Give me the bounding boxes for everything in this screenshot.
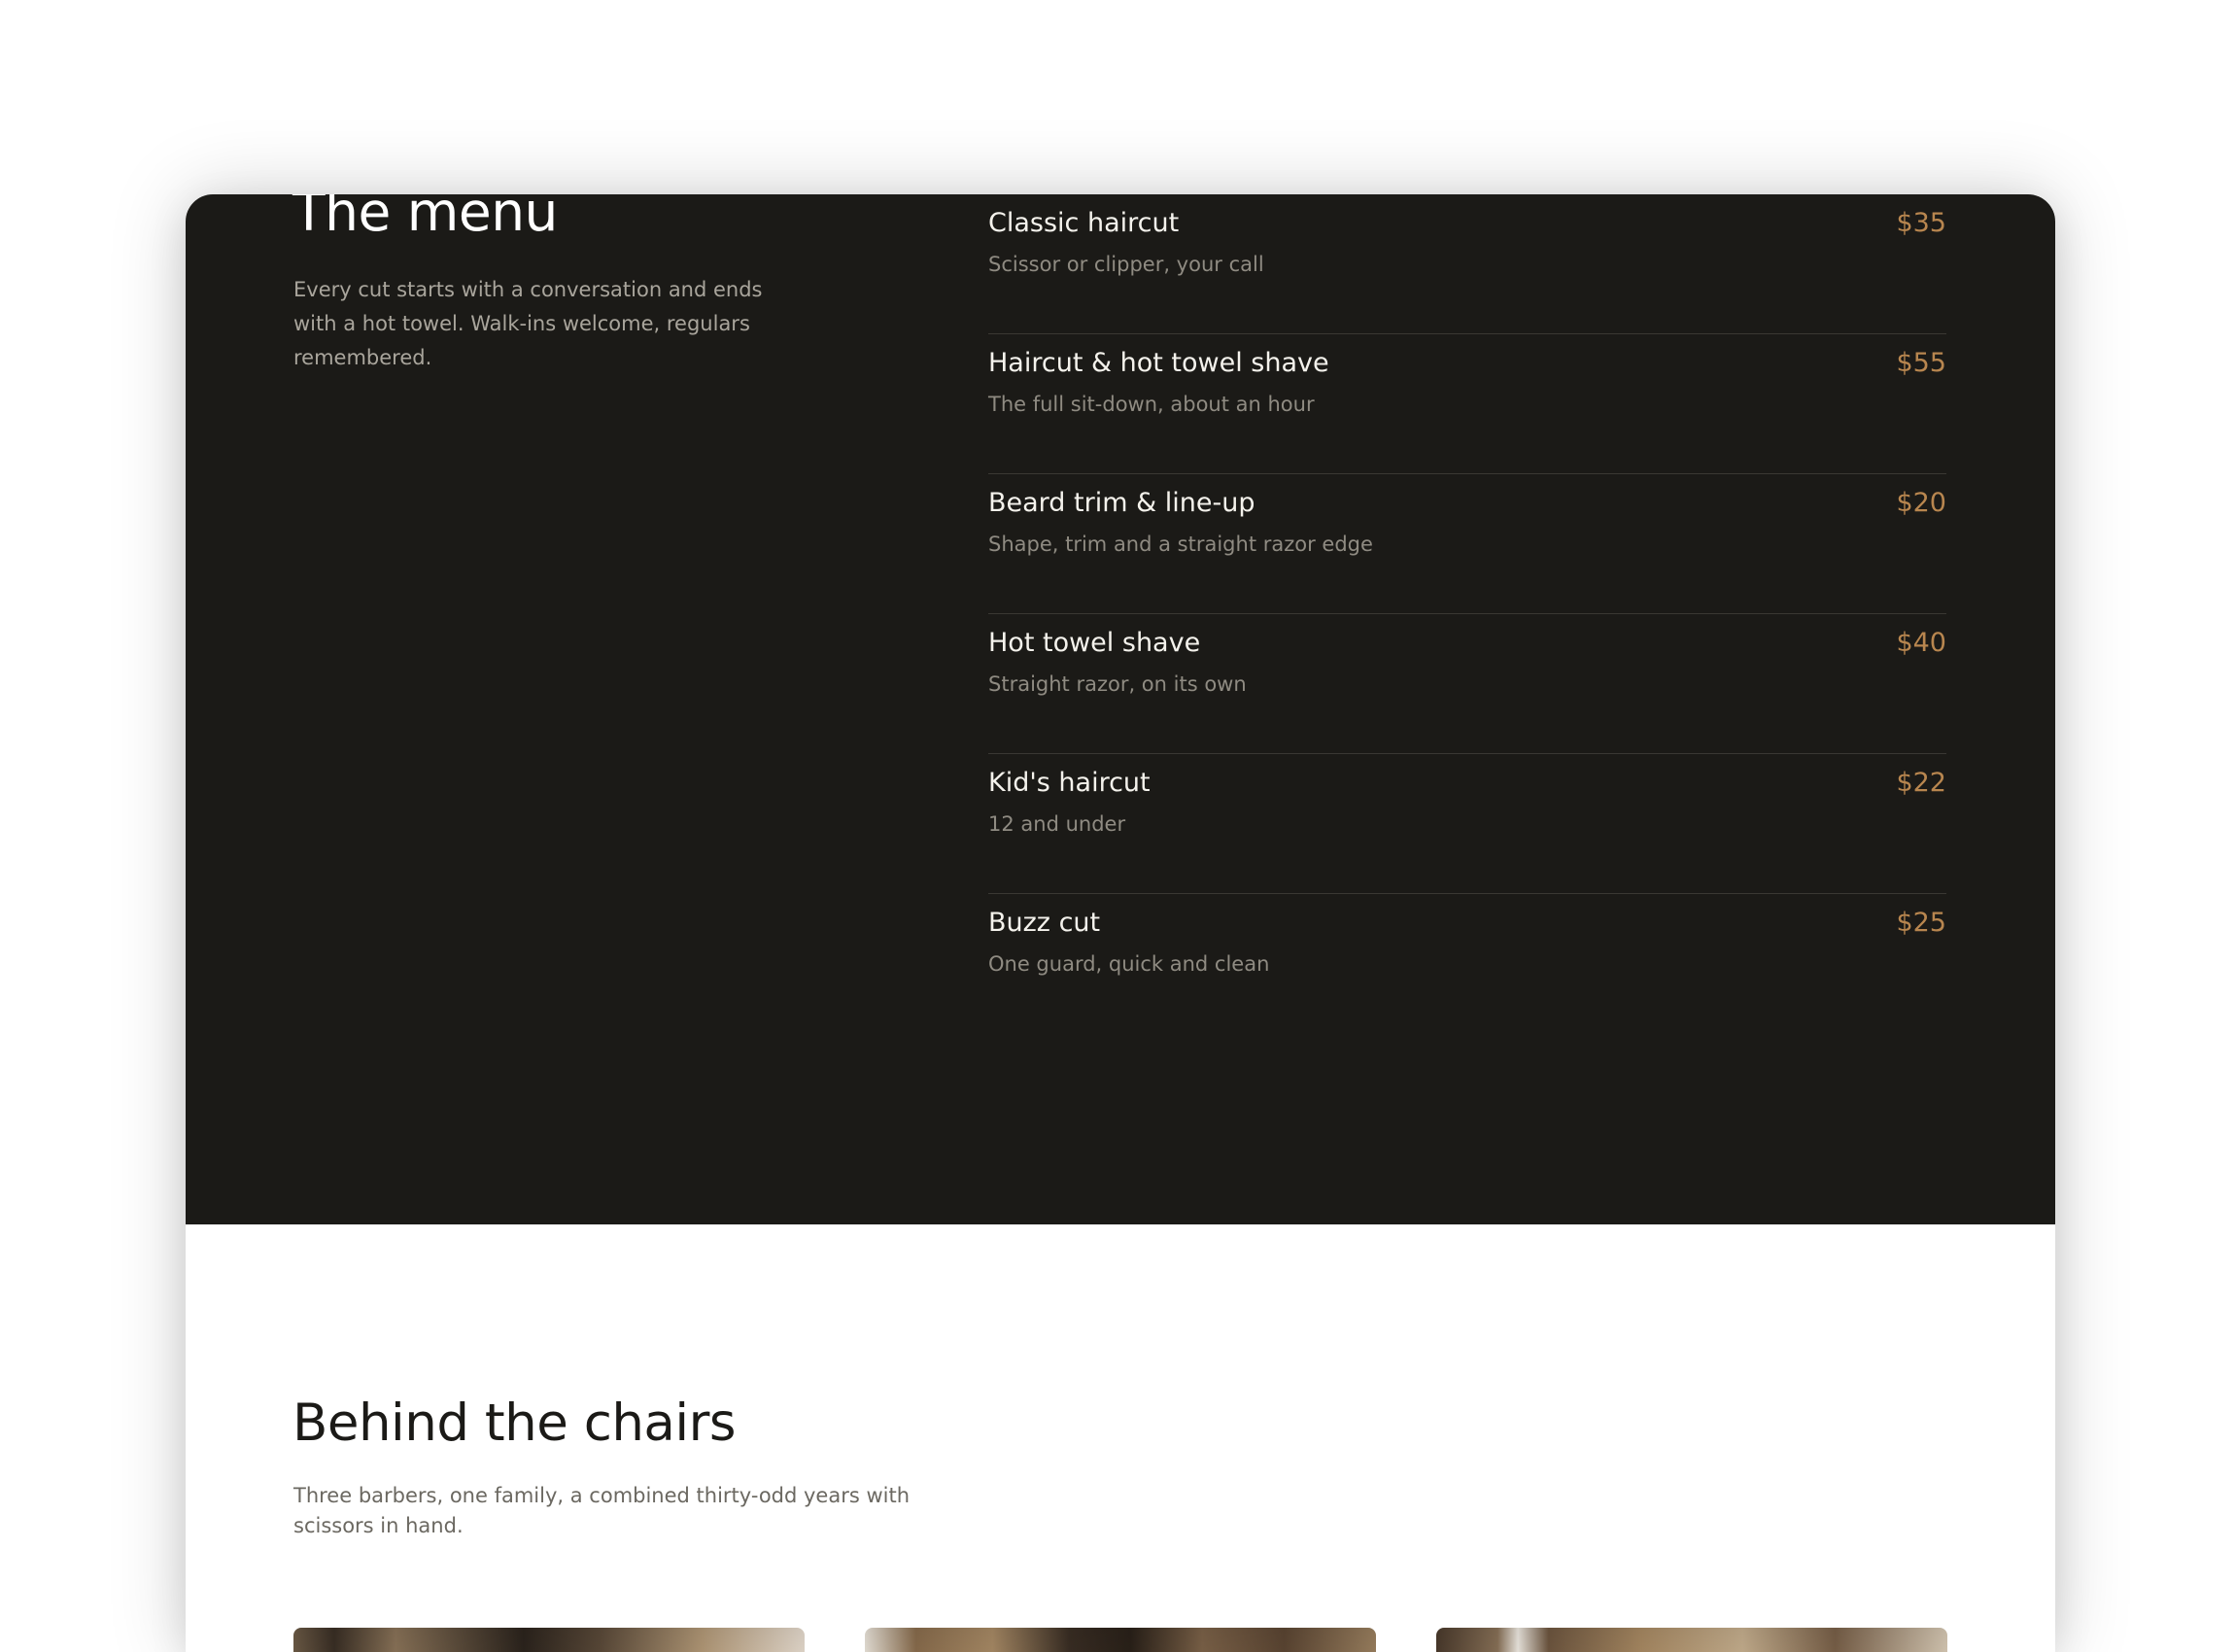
menu-item-name: Kid's haircut: [988, 768, 1151, 798]
team-title: Behind the chairs: [292, 1394, 737, 1453]
menu-item-price: $55: [1896, 348, 1946, 378]
menu-item-description: 12 and under: [988, 812, 1126, 836]
menu-item-description: Scissor or clipper, your call: [988, 253, 1264, 276]
menu-item: Beard trim & line-up Shape, trim and a s…: [988, 474, 1946, 614]
menu-item-name: Buzz cut: [988, 908, 1101, 938]
menu-item-price: $22: [1896, 768, 1946, 798]
menu-section: The menu Every cut starts with a convers…: [186, 194, 2055, 1224]
team-cards: [293, 1628, 1947, 1652]
menu-item-name: Beard trim & line-up: [988, 488, 1255, 518]
barber-photo: [1436, 1628, 1947, 1652]
menu-item-description: Straight razor, on its own: [988, 672, 1247, 696]
menu-item: Buzz cut One guard, quick and clean $25: [988, 894, 1946, 1033]
barber-photo: [865, 1628, 1376, 1652]
photo-shade: [293, 1628, 805, 1652]
browser-page-frame: The menu Every cut starts with a convers…: [186, 194, 2055, 1652]
menu-item: Haircut & hot towel shave The full sit-d…: [988, 334, 1946, 474]
menu-item-price: $25: [1896, 908, 1946, 938]
photo-shade: [865, 1628, 1376, 1652]
barber-photo: [293, 1628, 805, 1652]
menu-list: Classic haircut Scissor or clipper, your…: [988, 194, 1946, 1033]
menu-item-price: $40: [1896, 628, 1946, 658]
menu-item-name: Hot towel shave: [988, 628, 1201, 658]
menu-item: Kid's haircut 12 and under $22: [988, 754, 1946, 894]
menu-item-name: Classic haircut: [988, 208, 1180, 238]
menu-item-description: Shape, trim and a straight razor edge: [988, 533, 1373, 556]
menu-item-description: One guard, quick and clean: [988, 952, 1270, 976]
team-section: Behind the chairs Three barbers, one fam…: [186, 1224, 2055, 1652]
menu-item-price: $35: [1896, 208, 1946, 238]
menu-intro: Every cut starts with a conversation and…: [293, 278, 763, 369]
team-intro: Three barbers, one family, a combined th…: [293, 1484, 911, 1537]
menu-item-name: Haircut & hot towel shave: [988, 348, 1329, 378]
photo-shade: [1436, 1628, 1947, 1652]
menu-item: Hot towel shave Straight razor, on its o…: [988, 614, 1946, 754]
menu-item-price: $20: [1896, 488, 1946, 518]
menu-title: The menu: [292, 194, 558, 243]
menu-item-description: The full sit-down, about an hour: [988, 393, 1315, 416]
menu-item: Classic haircut Scissor or clipper, your…: [988, 194, 1946, 334]
